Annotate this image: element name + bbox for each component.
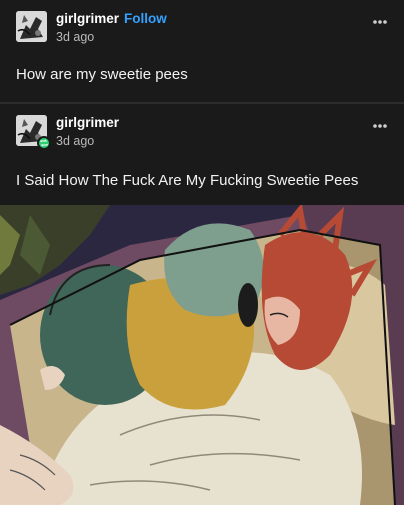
more-dots-icon[interactable] [372, 123, 388, 129]
follow-button[interactable]: Follow [124, 11, 167, 26]
post-meta: girlgrimer Follow 3d ago [56, 11, 167, 45]
post-body-text: How are my sweetie pees [16, 66, 188, 83]
post-illustration [0, 205, 404, 505]
avatar[interactable] [16, 11, 47, 42]
username-link[interactable]: girlgrimer [56, 115, 119, 130]
username-link[interactable]: girlgrimer [56, 11, 119, 26]
post-meta: girlgrimer 3d ago [56, 115, 119, 149]
avatar[interactable] [16, 115, 51, 150]
post-original: girlgrimer Follow 3d ago How are my sweet… [0, 0, 404, 102]
timestamp[interactable]: 3d ago [56, 133, 119, 149]
post-body-text: I Said How The Fuck Are My Fucking Sweet… [16, 172, 359, 189]
reblog-icon [37, 136, 51, 150]
timestamp[interactable]: 3d ago [56, 29, 167, 45]
illustration-image [0, 205, 404, 505]
more-dots-icon[interactable] [372, 19, 388, 25]
post-reblog: girlgrimer 3d ago I Said How The Fuck Ar… [0, 104, 404, 205]
